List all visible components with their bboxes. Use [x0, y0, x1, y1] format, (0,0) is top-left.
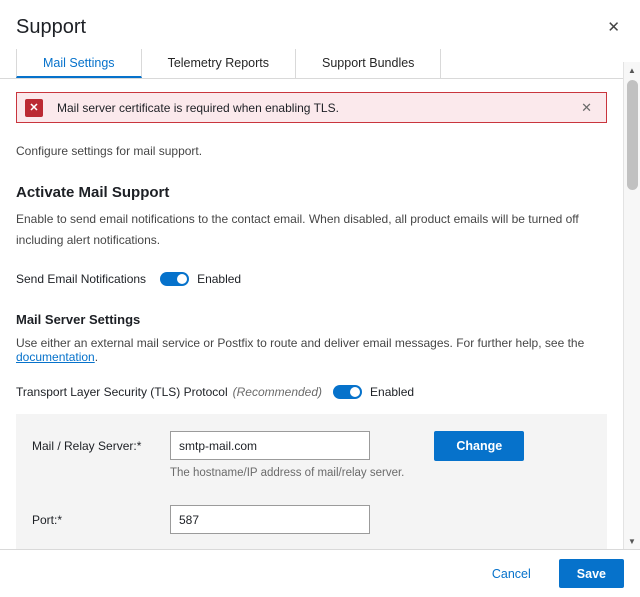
error-banner: ✕ Mail server certificate is required wh…	[16, 92, 607, 123]
error-message: Mail server certificate is required when…	[57, 101, 339, 115]
mail-relay-server-help: The hostname/IP address of mail/relay se…	[170, 467, 404, 479]
save-button[interactable]: Save	[559, 559, 624, 588]
send-email-notifications-label: Send Email Notifications	[16, 272, 146, 286]
error-icon: ✕	[25, 99, 43, 117]
documentation-link[interactable]: documentation	[16, 350, 95, 364]
tab-telemetry-reports[interactable]: Telemetry Reports	[142, 49, 296, 78]
tab-bar: Mail Settings Telemetry Reports Support …	[0, 49, 623, 79]
mail-server-settings-description: Use either an external mail service or P…	[16, 336, 607, 364]
tls-protocol-label: Transport Layer Security (TLS) Protocol	[16, 385, 228, 399]
toggle-knob	[177, 274, 187, 284]
error-dismiss-icon[interactable]: ✕	[577, 98, 596, 118]
change-button[interactable]: Change	[434, 431, 524, 461]
port-label: Port:*	[32, 505, 170, 527]
close-icon[interactable]: ✕	[603, 16, 624, 39]
mail-relay-server-row: Mail / Relay Server:* The hostname/IP ad…	[32, 431, 591, 479]
description-text-before: Use either an external mail service or P…	[16, 336, 584, 350]
send-email-notifications-row: Send Email Notifications Enabled	[16, 272, 607, 286]
tls-protocol-toggle[interactable]	[333, 385, 362, 399]
toggle-knob	[350, 387, 360, 397]
activate-mail-support-heading: Activate Mail Support	[16, 184, 607, 201]
description-text-after: .	[95, 350, 98, 364]
port-input[interactable]	[170, 505, 370, 534]
tls-recommended-note: (Recommended)	[233, 385, 322, 399]
dialog-title: Support	[16, 16, 86, 39]
scroll-down-icon[interactable]: ▼	[624, 533, 640, 549]
dialog-footer: Cancel Save	[0, 549, 640, 597]
send-email-notifications-state: Enabled	[197, 272, 241, 286]
dialog-header: Support ✕	[0, 0, 640, 49]
tab-mail-settings[interactable]: Mail Settings	[16, 49, 142, 78]
activate-mail-support-description: Enable to send email notifications to th…	[16, 209, 594, 251]
scroll-up-icon[interactable]: ▲	[624, 62, 640, 78]
tab-support-bundles[interactable]: Support Bundles	[296, 49, 441, 78]
scrollbar-thumb[interactable]	[627, 80, 638, 190]
mail-relay-server-label: Mail / Relay Server:*	[32, 431, 170, 453]
mail-server-settings-heading: Mail Server Settings	[16, 312, 607, 327]
cancel-button[interactable]: Cancel	[492, 567, 531, 581]
vertical-scrollbar[interactable]: ▲ ▼	[623, 62, 640, 549]
dialog-body: Configure settings for mail support. Act…	[0, 144, 640, 597]
mail-relay-server-input[interactable]	[170, 431, 370, 460]
tls-protocol-state: Enabled	[370, 385, 414, 399]
intro-text: Configure settings for mail support.	[16, 144, 607, 158]
tls-protocol-row: Transport Layer Security (TLS) Protocol …	[16, 385, 607, 399]
port-row: Port:*	[32, 505, 591, 534]
send-email-notifications-toggle[interactable]	[160, 272, 189, 286]
support-dialog: Support ✕ Mail Settings Telemetry Report…	[0, 0, 640, 597]
